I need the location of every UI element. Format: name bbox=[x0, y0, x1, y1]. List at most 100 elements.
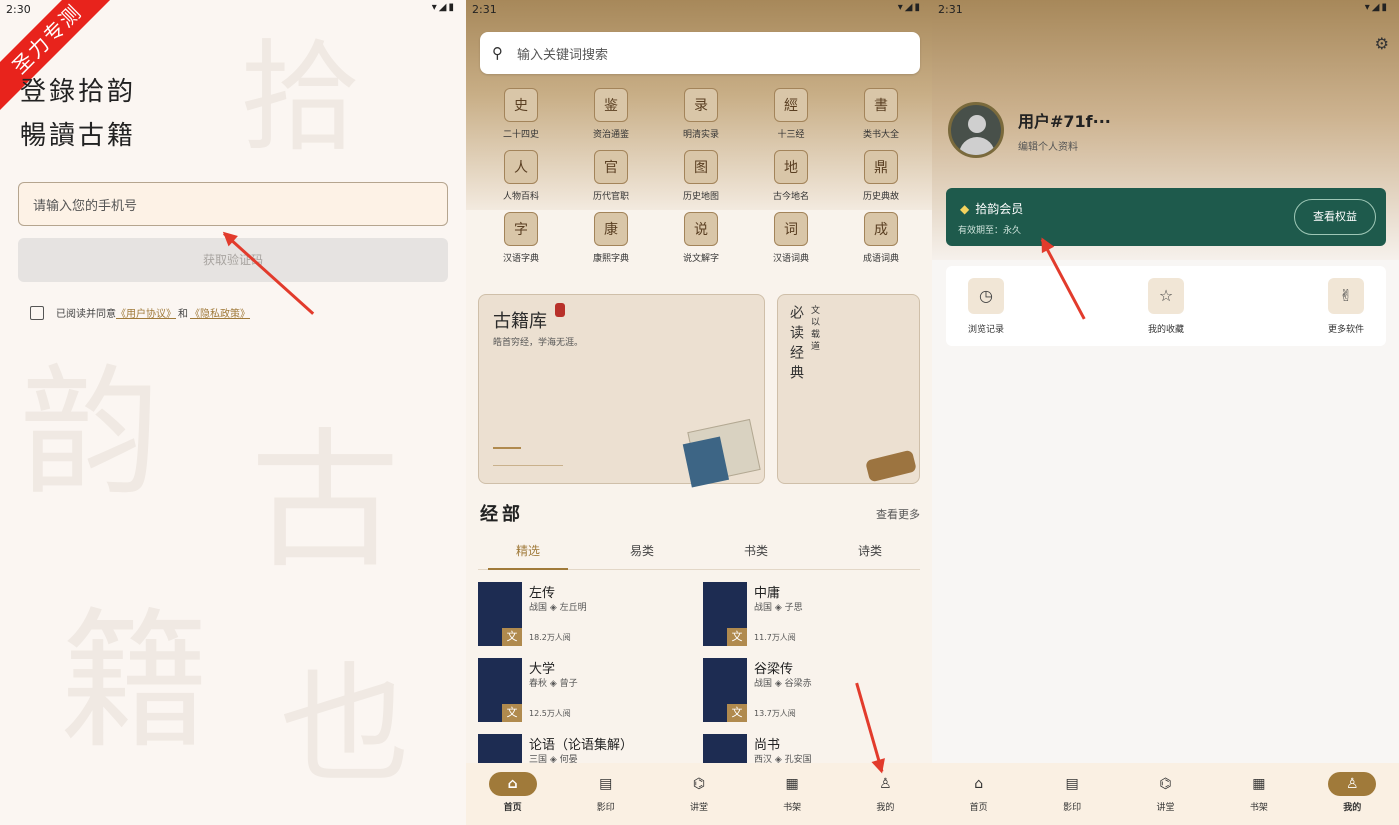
seal-icon: 官 bbox=[594, 150, 628, 184]
nav-facsimile[interactable]: ▤ 影印 bbox=[1037, 763, 1107, 825]
category-item[interactable]: 字汉语字典 bbox=[476, 212, 566, 264]
tab-featured[interactable]: 精选 bbox=[478, 538, 578, 570]
status-time: 2:31 bbox=[472, 3, 497, 16]
graduation-cap-icon: ⌬ bbox=[1159, 776, 1172, 792]
book-cover: 文 bbox=[703, 582, 747, 646]
status-time: 2:30 bbox=[6, 3, 31, 16]
history-button[interactable]: ◷ 浏览记录 bbox=[956, 278, 1016, 335]
more-apps-button[interactable]: ✌ 更多软件 bbox=[1316, 278, 1376, 335]
thumbs-up-icon: ✌ bbox=[1328, 278, 1364, 314]
quick-actions: ◷ 浏览记录 ☆ 我的收藏 ✌ 更多软件 bbox=[946, 266, 1386, 346]
home-icon: ⌂ bbox=[488, 772, 537, 796]
nav-profile[interactable]: ♙ 我的 bbox=[1317, 763, 1387, 825]
nav-lecture[interactable]: ⌬ 讲堂 bbox=[664, 763, 734, 825]
ancient-books-card[interactable]: 古籍库 皓首穷经，学海无涯。 bbox=[478, 294, 765, 484]
cauldron-icon: 鼎 bbox=[864, 150, 898, 184]
agreement-row: 已阅读并同意 《用户协议》 和 《隐私政策》 bbox=[30, 305, 250, 320]
book-title: 左传 bbox=[529, 586, 556, 601]
agree-checkbox[interactable] bbox=[30, 305, 44, 320]
book-reads: 12.5万人阅 bbox=[529, 709, 571, 718]
category-item[interactable]: 成成语词典 bbox=[836, 212, 926, 264]
tab-shi[interactable]: 诗类 bbox=[820, 538, 920, 569]
list-item[interactable]: 文 谷梁传 战国 ◈ 谷梁赤 13.7万人阅 bbox=[703, 658, 920, 722]
nav-label: 书架 bbox=[783, 803, 802, 813]
nav-home[interactable]: ⌂ 首页 bbox=[944, 763, 1014, 825]
category-grid: 史二十四史 鉴资治通鉴 录明清实录 經十三经 書类书大全 人人物百科 官历代官职… bbox=[476, 88, 926, 264]
tab-shu[interactable]: 书类 bbox=[706, 538, 806, 569]
search-bar[interactable]: ⚲ 输入关键词搜索 bbox=[480, 32, 920, 74]
category-item[interactable]: 書类书大全 bbox=[836, 88, 926, 140]
category-label: 说文解字 bbox=[682, 254, 719, 264]
category-item[interactable]: 图历史地图 bbox=[656, 150, 746, 202]
list-item[interactable]: 文 中庸 战国 ◈ 子思 11.7万人阅 bbox=[703, 582, 920, 646]
book-author: 春秋 ◈ 曾子 bbox=[529, 679, 578, 689]
category-label: 二十四史 bbox=[502, 130, 539, 140]
home-icon: ⌂ bbox=[974, 776, 984, 792]
phone-input[interactable]: 请输入您的手机号 bbox=[18, 182, 448, 226]
category-item[interactable]: 史二十四史 bbox=[476, 88, 566, 140]
category-item[interactable]: 康康熙字典 bbox=[566, 212, 656, 264]
star-icon: ☆ bbox=[1148, 278, 1184, 314]
must-read-card[interactable]: 必读经典 文以载道 bbox=[777, 294, 920, 484]
category-item[interactable]: 官历代官职 bbox=[566, 150, 656, 202]
book-reads: 18.2万人阅 bbox=[529, 633, 571, 642]
nav-label: 书架 bbox=[1249, 803, 1268, 813]
category-item[interactable]: 地古今地名 bbox=[746, 150, 836, 202]
fan-icon: 词 bbox=[774, 212, 808, 246]
gear-icon[interactable]: ⚙ bbox=[1375, 34, 1389, 53]
view-more-link[interactable]: 查看更多 bbox=[876, 506, 920, 522]
category-item[interactable]: 说说文解字 bbox=[656, 212, 746, 264]
category-label: 成语词典 bbox=[862, 254, 899, 264]
red-seal-icon bbox=[555, 303, 565, 317]
quick-label: 更多软件 bbox=[1327, 325, 1364, 335]
category-label: 十三经 bbox=[777, 130, 805, 140]
category-item[interactable]: 人人物百科 bbox=[476, 150, 566, 202]
clock-icon: ◷ bbox=[968, 278, 1004, 314]
category-label: 资治通鉴 bbox=[592, 130, 629, 140]
books-icon: 康 bbox=[594, 212, 628, 246]
frame-icon: 录 bbox=[684, 88, 718, 122]
list-item[interactable]: 文 大学 春秋 ◈ 曾子 12.5万人阅 bbox=[478, 658, 695, 722]
cover-tag: 文 bbox=[727, 628, 747, 646]
list-item[interactable]: 文 左传 战国 ◈ 左丘明 18.2万人阅 bbox=[478, 582, 695, 646]
avatar[interactable] bbox=[948, 102, 1004, 158]
get-code-button[interactable]: 获取验证码 bbox=[18, 238, 448, 282]
nav-home[interactable]: ⌂ 首页 bbox=[478, 763, 548, 825]
diamond-icon: ◆ bbox=[960, 202, 970, 216]
edit-profile-link[interactable]: 编辑个人资料 bbox=[1018, 138, 1078, 153]
title-line-1: 登錄拾韵 bbox=[20, 77, 137, 107]
nav-bookshelf[interactable]: ▦ 书架 bbox=[1224, 763, 1294, 825]
category-label: 古今地名 bbox=[772, 192, 809, 202]
cover-tag: 文 bbox=[502, 628, 522, 646]
category-label: 明清实录 bbox=[682, 130, 719, 140]
favorites-button[interactable]: ☆ 我的收藏 bbox=[1136, 278, 1196, 335]
calligraphy-background: 古 bbox=[250, 415, 401, 589]
book-author: 战国 ◈ 左丘明 bbox=[529, 603, 587, 613]
nav-label: 讲堂 bbox=[1156, 803, 1175, 813]
view-benefits-button[interactable]: 查看权益 bbox=[1294, 199, 1376, 235]
book-cover: 文 bbox=[478, 658, 522, 722]
category-item[interactable]: 鼎历史典故 bbox=[836, 150, 926, 202]
tab-yi[interactable]: 易类 bbox=[592, 538, 692, 569]
nav-lecture[interactable]: ⌬ 讲堂 bbox=[1130, 763, 1200, 825]
category-label: 康熙字典 bbox=[592, 254, 629, 264]
category-item[interactable]: 录明清实录 bbox=[656, 88, 746, 140]
quick-label: 浏览记录 bbox=[967, 325, 1004, 335]
category-item[interactable]: 鉴资治通鉴 bbox=[566, 88, 656, 140]
category-item[interactable]: 词汉语词典 bbox=[746, 212, 836, 264]
category-item[interactable]: 經十三经 bbox=[746, 88, 836, 140]
book-author: 战国 ◈ 子思 bbox=[754, 603, 803, 613]
palace-icon: 史 bbox=[504, 88, 538, 122]
nav-bookshelf[interactable]: ▦ 书架 bbox=[757, 763, 827, 825]
privacy-policy-link[interactable]: 《隐私政策》 bbox=[190, 305, 250, 320]
category-label: 类书大全 bbox=[862, 130, 899, 140]
map-icon: 图 bbox=[684, 150, 718, 184]
user-agreement-link[interactable]: 《用户协议》 bbox=[116, 305, 176, 320]
book-reads: 13.7万人阅 bbox=[754, 709, 796, 718]
category-label: 历代官职 bbox=[592, 192, 629, 202]
status-icons: ▾◢▮ bbox=[431, 2, 456, 13]
bottom-nav: ⌂ 首页 ▤ 影印 ⌬ 讲堂 ▦ 书架 ♙ 我的 bbox=[466, 763, 932, 825]
person-icon: ♙ bbox=[879, 776, 892, 792]
nav-facsimile[interactable]: ▤ 影印 bbox=[571, 763, 641, 825]
calligraphy-background: 拾 bbox=[240, 29, 360, 168]
